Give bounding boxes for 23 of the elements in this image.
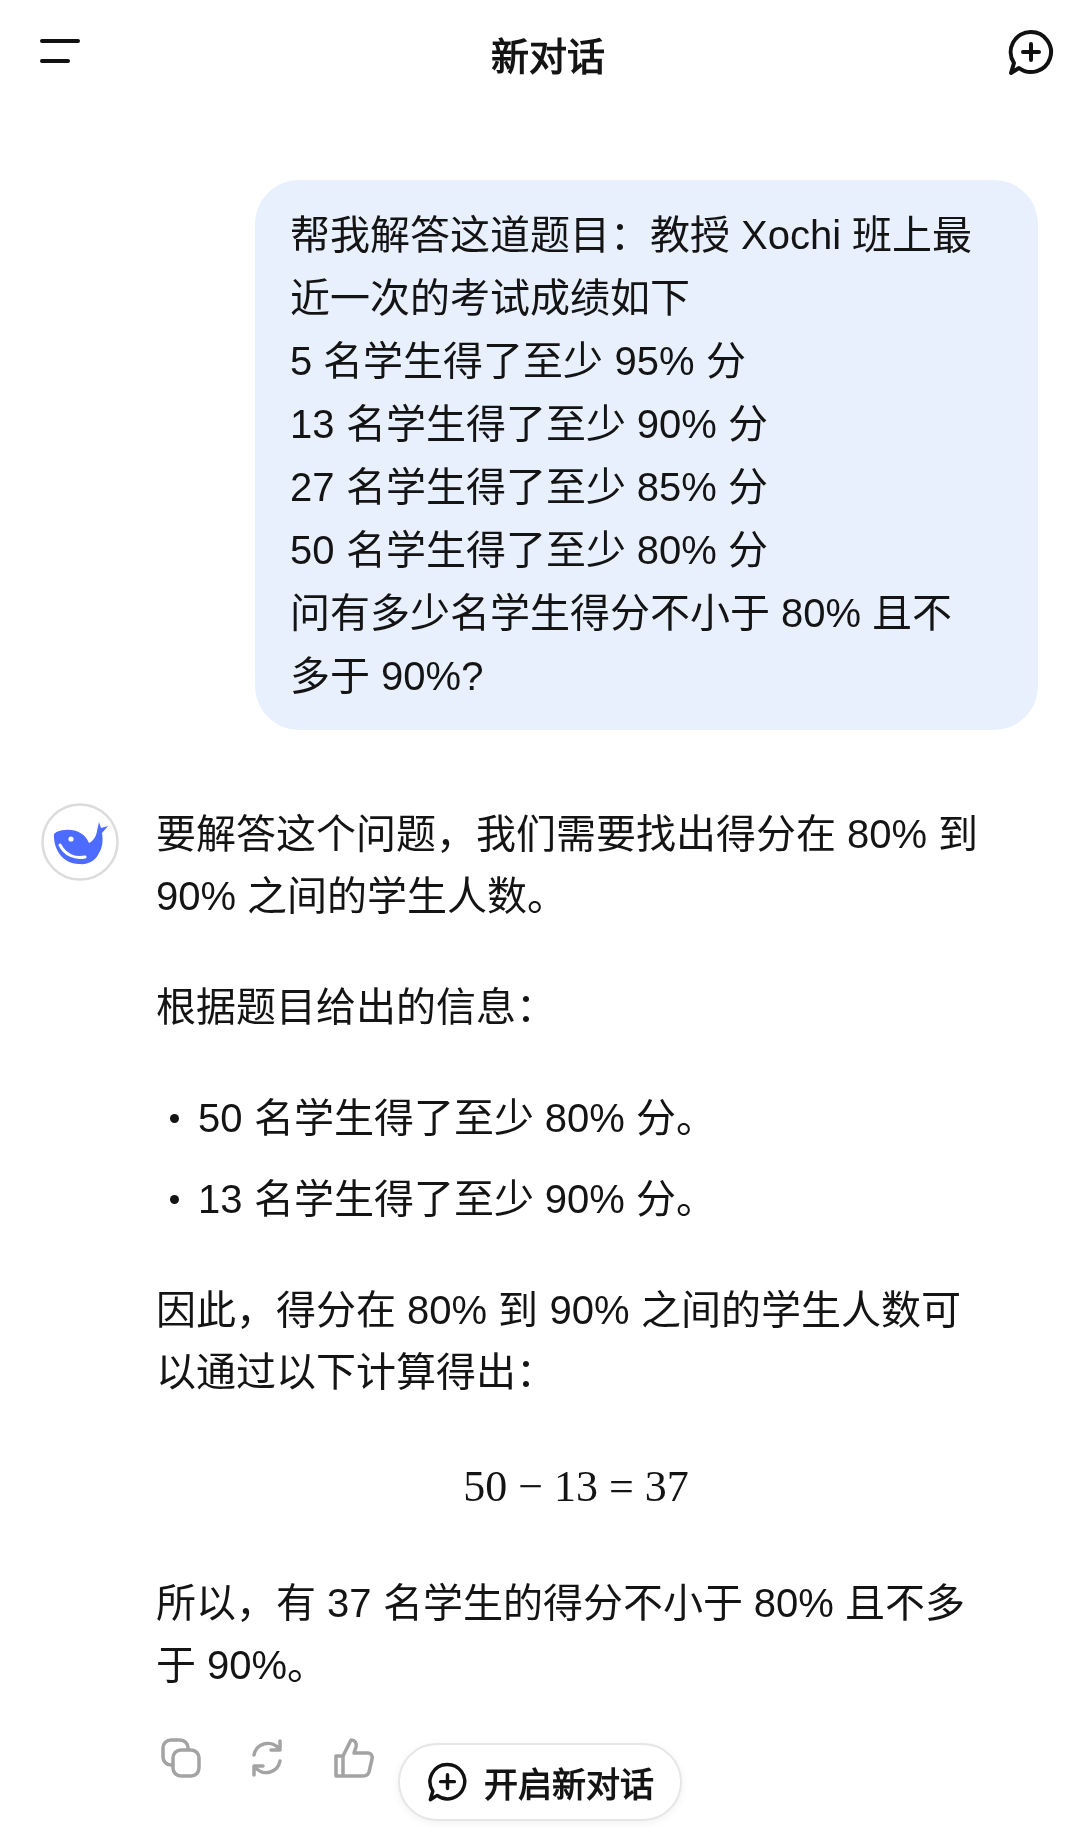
bullet-icon: [170, 1194, 179, 1204]
answer-paragraph: 要解答这个问题，我们需要找出得分在 80% 到 90% 之间的学生人数。: [156, 811, 980, 920]
list-item-text: 50 名学生得了至少 80% 分。: [198, 1095, 716, 1142]
whale-avatar-icon: [41, 803, 119, 881]
message-line: 问有多少名学生得分不小于 80% 且不多于 90%?: [290, 590, 954, 700]
message-line: 5 名学生得了至少 95% 分: [290, 338, 747, 385]
bullet-icon: [170, 1113, 179, 1123]
answer-paragraph: 因此，得分在 80% 到 90% 之间的学生人数可以通过以下计算得出：: [156, 1287, 962, 1396]
message-line: 13 名学生得了至少 90% 分: [290, 401, 769, 448]
answer-paragraph: 根据题目给出的信息：: [156, 984, 557, 1031]
list-item-text: 13 名学生得了至少 90% 分。: [198, 1176, 716, 1223]
menu-icon[interactable]: [40, 39, 80, 63]
message-line: 27 名学生得了至少 85% 分: [290, 464, 769, 511]
answer-paragraph: 所以，有 37 名学生的得分不小于 80% 且不多于 90%。: [156, 1580, 966, 1689]
new-chat-icon[interactable]: [1006, 28, 1056, 78]
copy-icon[interactable]: [160, 1737, 202, 1779]
message-line: 帮我解答这道题目：教授 Xochi 班上最近一次的考试成绩如下: [290, 212, 974, 322]
message-line: 50 名学生得了至少 80% 分: [290, 527, 769, 574]
thumbs-up-icon[interactable]: [332, 1736, 376, 1780]
window-title: 新对话: [491, 34, 605, 80]
math-equation: 50 − 13 = 37: [463, 1461, 689, 1513]
chat-plus-icon: [426, 1760, 469, 1804]
new-chat-button[interactable]: 开启新对话: [398, 1743, 682, 1821]
